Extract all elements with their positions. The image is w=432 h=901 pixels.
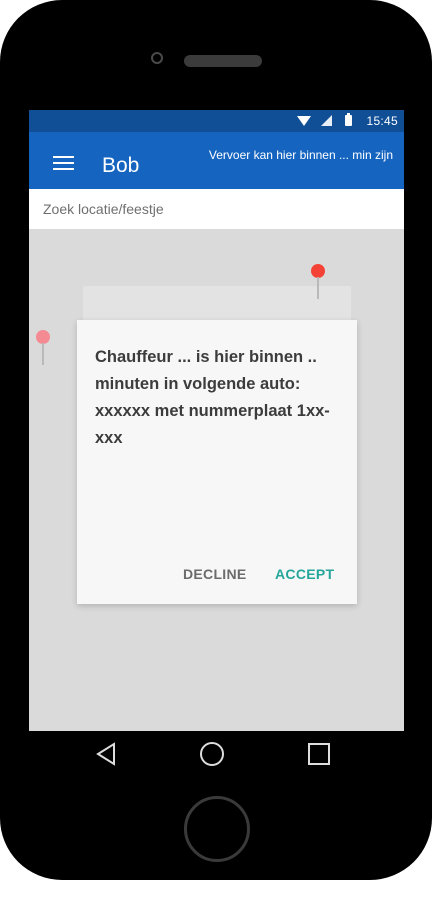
home-icon[interactable]: [200, 742, 224, 766]
status-time: 15:45: [366, 114, 398, 128]
back-icon[interactable]: [95, 742, 119, 766]
camera-icon: [151, 52, 163, 64]
accept-button[interactable]: ACCEPT: [275, 566, 334, 582]
eta-text: Vervoer kan hier binnen ... min zijn: [208, 148, 393, 162]
battery-icon: [345, 113, 352, 126]
decline-button[interactable]: DECLINE: [183, 566, 247, 582]
recents-icon[interactable]: [308, 743, 330, 765]
screen: 15:45 Bob Vervoer kan hier binnen ... mi…: [29, 110, 404, 731]
status-bar: 15:45: [29, 110, 404, 132]
map-pin-pink[interactable]: [36, 330, 52, 366]
dialog-message: Chauffeur ... is hier binnen .. minuten …: [95, 348, 330, 447]
menu-icon[interactable]: [53, 156, 74, 170]
app-bar: Bob Vervoer kan hier binnen ... min zijn: [29, 132, 404, 189]
ride-offer-dialog: Chauffeur ... is hier binnen .. minuten …: [77, 320, 357, 604]
map-pin-red[interactable]: [311, 264, 327, 300]
home-button[interactable]: [184, 796, 250, 862]
speaker-grille: [184, 55, 262, 67]
search-bar: [29, 189, 404, 229]
signal-icon: [321, 115, 332, 126]
navigation-bar: [29, 731, 404, 776]
wifi-icon: [297, 116, 311, 126]
search-input[interactable]: [43, 201, 383, 217]
app-title: Bob: [102, 154, 140, 177]
